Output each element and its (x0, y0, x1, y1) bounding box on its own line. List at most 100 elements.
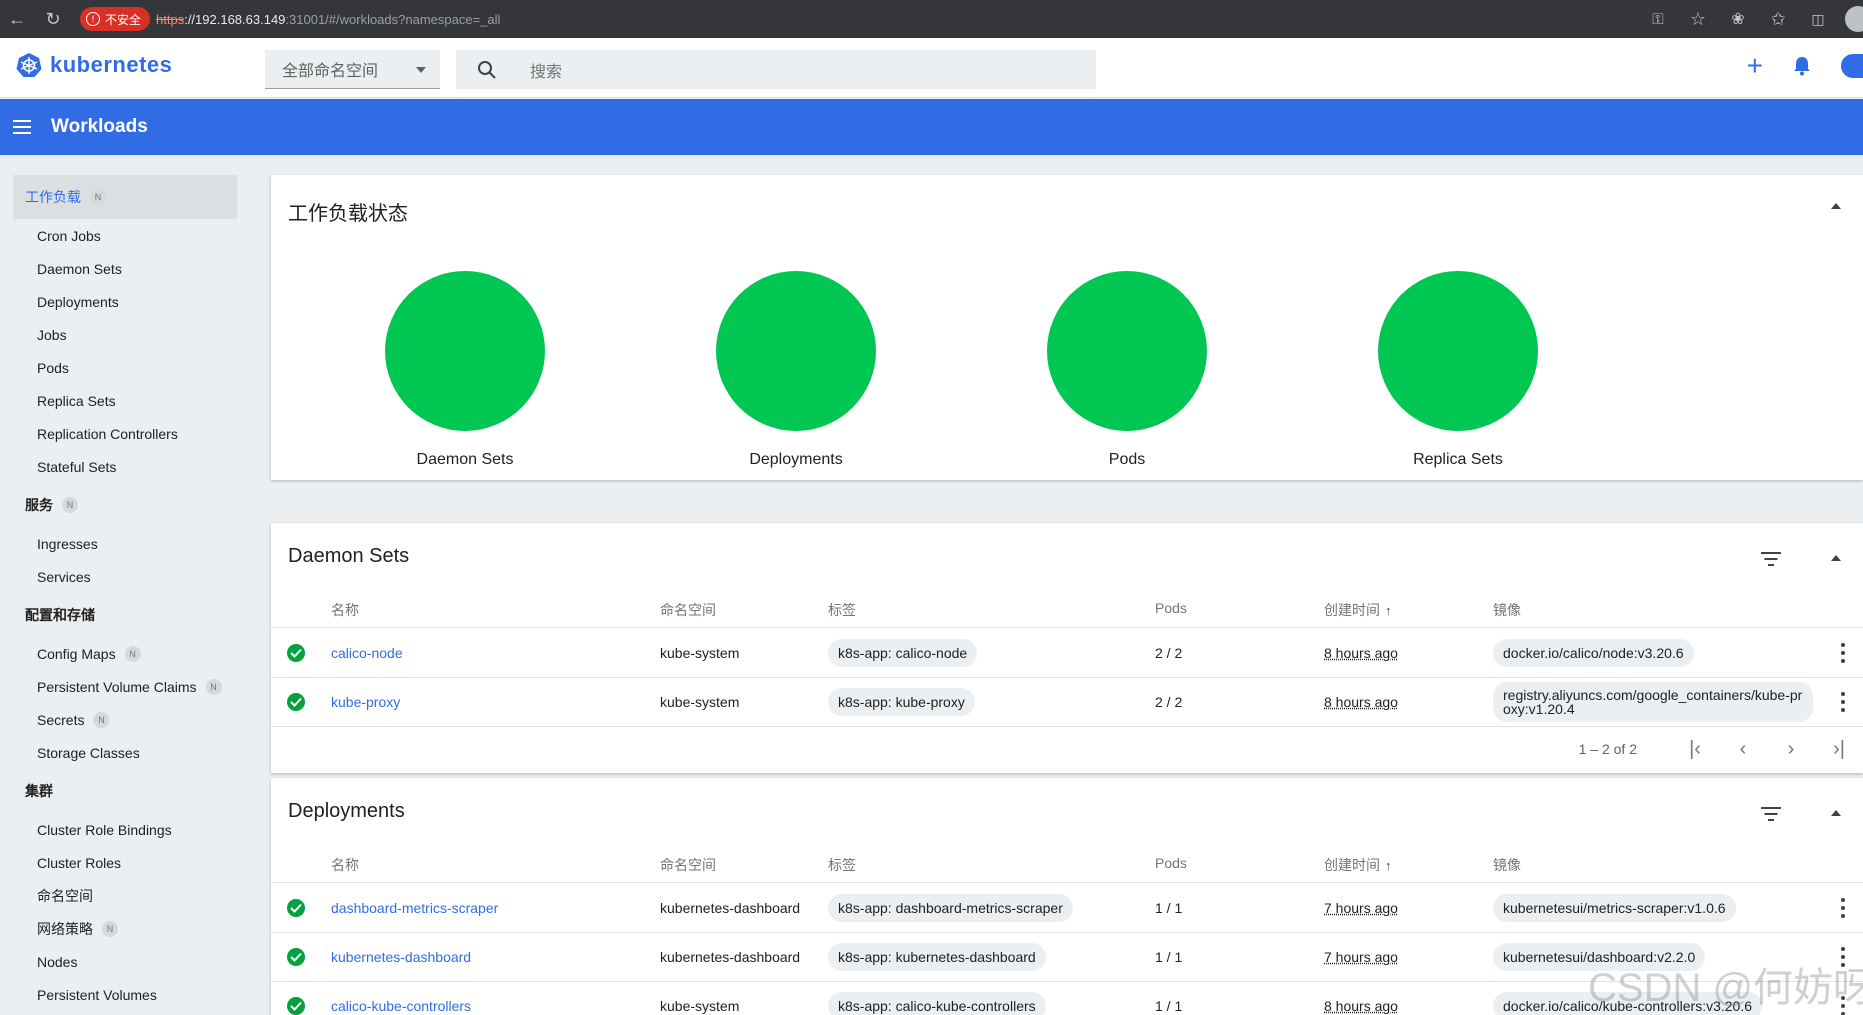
status-label: Pods (1027, 451, 1227, 469)
search-input[interactable]: 搜索 (456, 50, 1096, 89)
column-created[interactable]: 创建时间 ↑ (1324, 600, 1392, 620)
browser-profile-avatar[interactable] (1845, 6, 1863, 32)
sidebar-item-label: Secrets (37, 712, 84, 728)
table-row: calico-node kube-system k8s-app: calico-… (271, 629, 1863, 678)
sidebar-section-label: 服务 (25, 495, 53, 515)
resource-name-link[interactable]: calico-node (331, 645, 403, 661)
column-name[interactable]: 名称 (331, 600, 359, 620)
sidebar-section-config-storage[interactable]: 配置和存储 (0, 593, 252, 637)
sidebar-item-cron-jobs[interactable]: Cron Jobs (0, 219, 252, 252)
insecure-badge[interactable]: ! 不安全 (80, 7, 150, 31)
filter-icon[interactable] (1761, 552, 1781, 566)
sidebar-item-persistent-volume-claims[interactable]: Persistent Volume Claims N (0, 670, 252, 703)
column-namespace[interactable]: 命名空间 (660, 855, 716, 875)
column-created-label: 创建时间 (1324, 857, 1380, 873)
sidebar-item-cluster-roles[interactable]: Cluster Roles (0, 846, 252, 879)
sidebar-item-jobs[interactable]: Jobs (0, 318, 252, 351)
resource-name-link[interactable]: calico-kube-controllers (331, 998, 471, 1014)
favorites-icon[interactable]: ✩ (1765, 6, 1791, 32)
last-page-icon[interactable]: ›| (1815, 738, 1863, 761)
more-vert-icon[interactable] (1841, 692, 1845, 712)
sidebar-item-config-maps[interactable]: Config Maps N (0, 637, 252, 670)
sidebar-item-ingresses[interactable]: Ingresses (0, 527, 252, 560)
reload-icon[interactable]: ↻ (40, 6, 66, 32)
sidebar-section-cluster[interactable]: 集群 (0, 769, 252, 813)
tab-actions-icon[interactable]: ◫ (1805, 6, 1831, 32)
sidebar-item-label: 命名空间 (37, 886, 93, 906)
pods-cell: 2 / 2 (1155, 645, 1182, 661)
sidebar-item-replication-controllers[interactable]: Replication Controllers (0, 417, 252, 450)
sidebar-item-stateful-sets[interactable]: Stateful Sets (0, 450, 252, 483)
next-page-icon[interactable]: › (1767, 738, 1815, 761)
user-account-icon[interactable] (1841, 54, 1863, 78)
sidebar-item-services[interactable]: Services (0, 560, 252, 593)
menu-icon[interactable] (13, 120, 31, 134)
address-bar[interactable]: ! 不安全 https ://192.168.63.149 :31001/#/w… (80, 5, 500, 33)
filter-icon[interactable] (1761, 807, 1781, 821)
extensions-icon[interactable]: ❀ (1725, 6, 1751, 32)
status-deployments[interactable]: Deployments (696, 271, 896, 469)
sidebar-item-pods[interactable]: Pods (0, 351, 252, 384)
sidebar-item-namespaces[interactable]: 命名空间 (0, 879, 252, 912)
first-page-icon[interactable]: |‹ (1671, 738, 1719, 761)
column-pods: Pods (1155, 600, 1187, 616)
back-icon[interactable]: ← (4, 6, 30, 32)
namespace-cell: kube-system (660, 998, 739, 1014)
collapse-icon[interactable] (1831, 555, 1841, 561)
kubernetes-wheel-icon (16, 52, 42, 78)
column-images: 镜像 (1493, 855, 1521, 875)
sidebar-item-persistent-volumes[interactable]: Persistent Volumes (0, 978, 252, 1011)
namespace-cell: kubernetes-dashboard (660, 949, 800, 965)
sidebar-item-daemon-sets[interactable]: Daemon Sets (0, 252, 252, 285)
create-plus-icon[interactable]: + (1747, 52, 1763, 80)
more-vert-icon[interactable] (1841, 898, 1845, 918)
resource-name-link[interactable]: kube-proxy (331, 694, 400, 710)
notifications-bell-icon[interactable] (1793, 56, 1811, 76)
namespaced-badge: N (206, 679, 222, 695)
namespace-select[interactable]: 全部命名空间 (265, 50, 440, 89)
label-chip: k8s-app: kube-proxy (828, 688, 975, 716)
prev-page-icon[interactable]: ‹ (1719, 738, 1767, 761)
column-name[interactable]: 名称 (331, 855, 359, 875)
image-chip: kubernetesui/metrics-scraper:v1.0.6 (1493, 894, 1736, 922)
namespaced-badge: N (90, 189, 106, 205)
sidebar-section-services[interactable]: 服务 N (0, 483, 252, 527)
status-circle (716, 271, 876, 431)
search-icon (477, 60, 497, 80)
status-pods[interactable]: Pods (1027, 271, 1227, 469)
app-header: kubernetes 全部命名空间 搜索 + (0, 38, 1863, 98)
collapse-icon[interactable] (1831, 203, 1841, 209)
sidebar-item-network-policies[interactable]: 网络策略 N (0, 912, 252, 945)
column-namespace[interactable]: 命名空间 (660, 600, 716, 620)
daemon-sets-card: Daemon Sets 名称 命名空间 标签 Pods 创建时间 ↑ 镜像 cal… (271, 523, 1863, 773)
collapse-icon[interactable] (1831, 810, 1841, 816)
pods-cell: 1 / 1 (1155, 949, 1182, 965)
table-header: 名称 命名空间 标签 Pods 创建时间 ↑ 镜像 (271, 588, 1863, 628)
sidebar-item-secrets[interactable]: Secrets N (0, 703, 252, 736)
column-labels: 标签 (828, 855, 856, 875)
namespaced-badge: N (62, 497, 78, 513)
sidebar-item-storage-classes[interactable]: Storage Classes (0, 736, 252, 769)
resource-name-link[interactable]: kubernetes-dashboard (331, 949, 471, 965)
sidebar-item-label: Config Maps (37, 646, 116, 662)
more-vert-icon[interactable] (1841, 643, 1845, 663)
sidebar-item-replica-sets[interactable]: Replica Sets (0, 384, 252, 417)
star-icon[interactable]: ☆ (1685, 6, 1711, 32)
label-chip: k8s-app: kubernetes-dashboard (828, 943, 1046, 971)
column-created[interactable]: 创建时间 ↑ (1324, 855, 1392, 875)
sidebar-item-nodes[interactable]: Nodes (0, 945, 252, 978)
url-host: ://192.168.63.149 (184, 12, 285, 27)
status-circle (1378, 271, 1538, 431)
check-circle-icon (287, 899, 305, 917)
kubernetes-logo[interactable]: kubernetes (16, 52, 172, 78)
sidebar-section-workloads[interactable]: 工作负载 N (13, 175, 237, 219)
status-daemon-sets[interactable]: Daemon Sets (365, 271, 565, 469)
sidebar-item-cluster-role-bindings[interactable]: Cluster Role Bindings (0, 813, 252, 846)
sidebar-item-deployments[interactable]: Deployments (0, 285, 252, 318)
resource-name-link[interactable]: dashboard-metrics-scraper (331, 900, 498, 916)
browser-actions: ⚿ ☆ ❀ ✩ ◫ (1645, 6, 1863, 32)
sidebar-item-label: Cluster Roles (37, 855, 121, 871)
insecure-label: 不安全 (105, 11, 141, 28)
key-icon[interactable]: ⚿ (1645, 6, 1671, 32)
status-replica-sets[interactable]: Replica Sets (1358, 271, 1558, 469)
